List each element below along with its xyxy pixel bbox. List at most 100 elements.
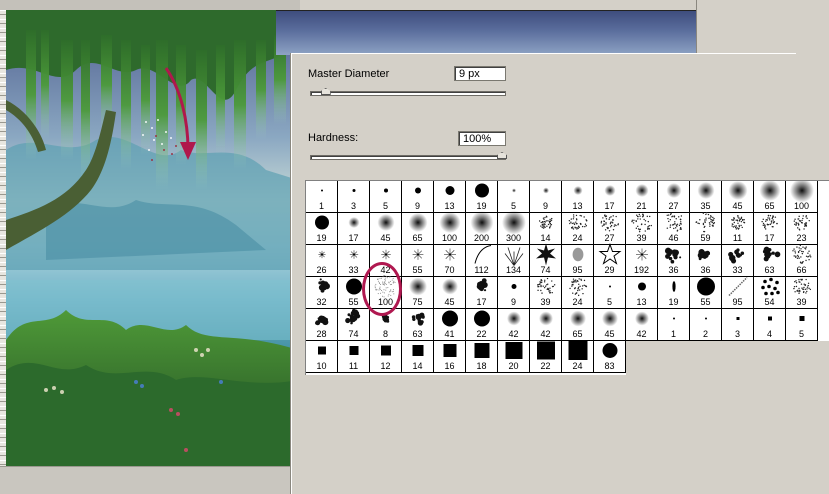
- brush-preset-1-3[interactable]: 65: [402, 213, 434, 245]
- brush-preset-1-1[interactable]: 17: [338, 213, 370, 245]
- brush-preset-2-15[interactable]: 66: [786, 244, 818, 277]
- brush-preset-2-4[interactable]: 70: [434, 245, 466, 277]
- brush-preset-4-0[interactable]: 28: [306, 309, 338, 341]
- jungle-painting[interactable]: [6, 10, 298, 466]
- brush-preset-3-5[interactable]: 17: [466, 277, 498, 309]
- brush-preset-4-14[interactable]: 4: [754, 309, 786, 341]
- brush-preset-1-8[interactable]: 24: [562, 213, 594, 245]
- brush-preset-5-1[interactable]: 11: [338, 341, 370, 373]
- brush-preset-4-4[interactable]: 41: [434, 309, 466, 341]
- brush-preset-0-4[interactable]: 13: [434, 181, 466, 213]
- brush-preset-0-8[interactable]: 13: [562, 181, 594, 213]
- brush-preset-0-3[interactable]: 9: [402, 181, 434, 213]
- brush-preset-1-14[interactable]: 17: [754, 213, 786, 245]
- document-canvas[interactable]: [0, 0, 300, 494]
- brush-preset-3-14[interactable]: 54: [754, 277, 786, 309]
- brush-preset-5-5[interactable]: 18: [466, 341, 498, 373]
- brush-preset-5-7[interactable]: 22: [530, 341, 562, 373]
- brush-preset-4-10[interactable]: 42: [626, 309, 658, 341]
- brush-preset-3-4[interactable]: 45: [434, 277, 466, 309]
- brush-preset-5-4[interactable]: 16: [434, 341, 466, 373]
- brush-preset-0-2[interactable]: 5: [370, 181, 402, 213]
- brush-preset-3-10[interactable]: 13: [626, 277, 658, 309]
- brush-preset-4-15[interactable]: 5: [786, 309, 818, 341]
- brush-preset-3-2[interactable]: 100: [370, 275, 402, 309]
- brush-preset-3-1[interactable]: 55: [338, 277, 370, 309]
- brush-preset-0-14[interactable]: 65: [754, 181, 786, 213]
- brush-preset-5-6[interactable]: 20: [498, 341, 530, 373]
- brush-preset-1-5[interactable]: 200: [466, 211, 498, 245]
- canvas-scroll-area[interactable]: [0, 466, 300, 494]
- brush-preset-4-8[interactable]: 65: [562, 309, 594, 341]
- brush-preset-2-3[interactable]: 55: [402, 245, 434, 277]
- brush-preset-5-9[interactable]: 83: [594, 341, 626, 373]
- brush-preset-0-0[interactable]: 1: [306, 181, 338, 213]
- brush-preset-0-15[interactable]: 100: [786, 181, 818, 213]
- brush-preset-1-10[interactable]: 39: [626, 213, 658, 245]
- brush-preset-5-8[interactable]: 24: [562, 341, 594, 373]
- brush-preset-2-11[interactable]: 36: [658, 245, 690, 277]
- brush-preset-5-2[interactable]: 12: [370, 341, 402, 373]
- brush-preset-3-9[interactable]: 5: [594, 277, 626, 309]
- brush-preset-2-10[interactable]: 192: [626, 245, 658, 277]
- brush-preset-2-5[interactable]: 112: [466, 245, 498, 277]
- brush-preset-1-4[interactable]: 100: [434, 212, 466, 245]
- brush-preset-3-7[interactable]: 39: [530, 277, 562, 309]
- brush-preset-2-1[interactable]: 33: [338, 245, 370, 277]
- brush-preset-1-11[interactable]: 46: [658, 212, 690, 245]
- brush-preset-2-8[interactable]: 95: [562, 245, 594, 277]
- brush-preset-4-6[interactable]: 42: [498, 309, 530, 341]
- second-document-window[interactable]: [276, 10, 696, 55]
- brush-preset-2-13[interactable]: 33: [722, 245, 754, 277]
- brush-preset-4-7[interactable]: 42: [530, 309, 562, 341]
- brush-preset-0-6[interactable]: 5: [498, 181, 530, 213]
- brush-preset-2-12[interactable]: 36: [690, 245, 722, 277]
- brush-preset-2-2[interactable]: 42: [370, 245, 402, 277]
- brush-preset-3-12[interactable]: 55: [690, 277, 722, 309]
- brush-preset-2-9[interactable]: 29: [594, 243, 626, 277]
- brush-preset-1-13[interactable]: 11: [722, 213, 754, 245]
- brush-preset-4-11[interactable]: 1: [658, 309, 690, 341]
- brush-preset-5-0[interactable]: 10: [306, 341, 338, 373]
- master-diameter-slider[interactable]: [310, 91, 506, 96]
- brush-preset-3-13[interactable]: 95: [722, 276, 754, 309]
- brush-preset-1-15[interactable]: 23: [786, 213, 818, 245]
- brush-preset-grid: 1 3 5 9 13 19 5 9 13 17 21 27 35 45 65 100 19 17 45 65 100 20…: [305, 180, 829, 375]
- brush-preset-0-9[interactable]: 17: [594, 181, 626, 213]
- brush-preset-0-7[interactable]: 9: [530, 181, 562, 213]
- brush-preset-4-2[interactable]: 8: [370, 309, 402, 341]
- brush-preset-4-1[interactable]: 74: [338, 308, 370, 341]
- brush-preset-4-12[interactable]: 2: [690, 309, 722, 341]
- brush-preset-3-3[interactable]: 75: [402, 277, 434, 309]
- brush-preset-4-9[interactable]: 45: [594, 309, 626, 341]
- brush-preset-0-13[interactable]: 45: [722, 181, 754, 213]
- background-window[interactable]: [696, 0, 829, 54]
- brush-preset-3-6[interactable]: 9: [498, 277, 530, 309]
- brush-preset-0-11[interactable]: 27: [658, 181, 690, 213]
- master-diameter-input[interactable]: 9 px: [454, 66, 506, 81]
- brush-preset-2-0[interactable]: 26: [306, 245, 338, 277]
- brush-preset-1-12[interactable]: 59: [690, 212, 722, 245]
- brush-preset-2-6[interactable]: 134: [498, 245, 530, 277]
- brush-preset-2-7[interactable]: 74: [530, 243, 562, 277]
- brush-preset-0-5[interactable]: 19: [466, 181, 498, 213]
- brush-preset-3-15[interactable]: 39: [786, 277, 818, 309]
- brush-preset-0-1[interactable]: 3: [338, 181, 370, 213]
- brush-preset-1-0[interactable]: 19: [306, 213, 338, 245]
- brush-preset-1-7[interactable]: 14: [530, 213, 562, 245]
- brush-preset-1-6[interactable]: 300: [498, 210, 530, 245]
- brush-preset-3-8[interactable]: 24: [562, 277, 594, 309]
- brush-preset-0-10[interactable]: 21: [626, 181, 658, 213]
- brush-preset-1-2[interactable]: 45: [370, 213, 402, 245]
- brush-preset-1-9[interactable]: 27: [594, 213, 626, 245]
- brush-preset-3-0[interactable]: 32: [306, 277, 338, 309]
- brush-preset-4-3[interactable]: 63: [402, 309, 434, 341]
- brush-preset-5-3[interactable]: 14: [402, 341, 434, 373]
- brush-preset-0-12[interactable]: 35: [690, 181, 722, 213]
- brush-preset-2-14[interactable]: 63: [754, 245, 786, 277]
- hardness-slider[interactable]: [310, 155, 506, 160]
- brush-preset-4-5[interactable]: 22: [466, 309, 498, 341]
- hardness-input[interactable]: 100%: [458, 131, 506, 146]
- brush-preset-4-13[interactable]: 3: [722, 309, 754, 341]
- brush-preset-3-11[interactable]: 19: [658, 277, 690, 309]
